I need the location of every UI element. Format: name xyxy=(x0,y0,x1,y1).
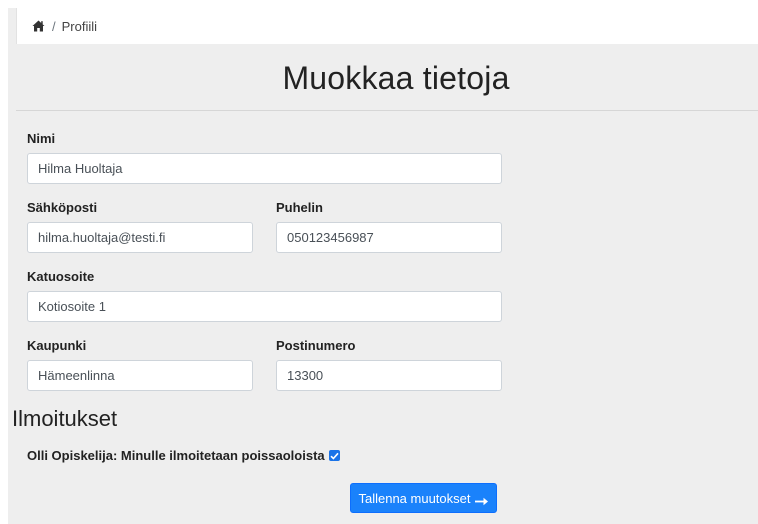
breadcrumb-current: Profiili xyxy=(61,18,98,34)
city-label: Kaupunki xyxy=(27,338,87,353)
breadcrumb: / Profiili xyxy=(16,8,758,44)
arrow-right-icon xyxy=(474,494,489,505)
phone-field[interactable] xyxy=(276,222,502,253)
city-field[interactable] xyxy=(27,360,253,391)
postal-label: Postinumero xyxy=(276,338,356,353)
name-label: Nimi xyxy=(27,131,56,146)
breadcrumb-separator: / xyxy=(52,18,56,34)
postal-field[interactable] xyxy=(276,360,502,391)
email-field[interactable] xyxy=(27,222,253,253)
notification-label: Olli Opiskelija: Minulle ilmoitetaan poi… xyxy=(27,448,325,463)
top-strip xyxy=(0,0,758,8)
notifications-title: Ilmoitukset xyxy=(12,406,118,431)
name-field[interactable] xyxy=(27,153,502,184)
check-icon xyxy=(330,452,339,460)
street-field[interactable] xyxy=(27,291,502,322)
phone-label: Puhelin xyxy=(276,200,323,215)
divider xyxy=(16,110,758,111)
notification-item: Olli Opiskelija: Minulle ilmoitetaan poi… xyxy=(27,448,340,463)
street-label: Katuosoite xyxy=(27,269,95,284)
save-button[interactable]: Tallenna muutokset xyxy=(350,483,497,513)
save-button-label: Tallenna muutokset xyxy=(358,490,471,506)
page-title: Muokkaa tietoja xyxy=(282,60,510,96)
notification-checkbox[interactable] xyxy=(328,450,340,461)
profile-panel: / Profiili Muokkaa tietoja Nimi Sähköpos… xyxy=(8,8,758,524)
email-label: Sähköposti xyxy=(27,200,98,215)
home-icon[interactable] xyxy=(32,20,45,32)
